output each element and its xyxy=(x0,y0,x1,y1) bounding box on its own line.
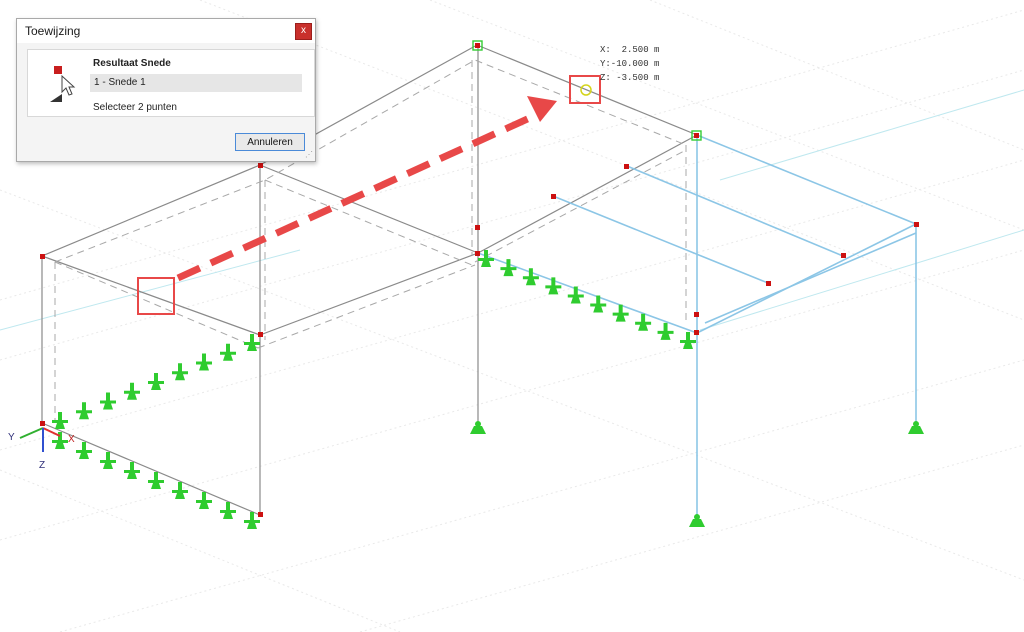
coordinate-z: Z: -3.500 m xyxy=(600,73,660,83)
line-support-marker xyxy=(124,462,140,479)
close-button[interactable]: x xyxy=(295,23,312,40)
line-support-marker xyxy=(172,482,188,499)
line-support-marker xyxy=(196,492,212,509)
dialog-title: Toewijzing xyxy=(25,24,81,38)
coordinate-readout: X: 2.500 m Y:-10.000 m Z: -3.500 m xyxy=(600,43,659,85)
line-support-marker xyxy=(148,472,164,489)
line-support-marker xyxy=(100,452,116,469)
line-support-marker xyxy=(76,402,92,420)
axis-z-label: Z xyxy=(39,460,45,471)
line-support-marker xyxy=(100,392,116,410)
line-support-marker xyxy=(172,363,188,381)
dialog-titlebar[interactable]: Toewijzing x xyxy=(17,19,315,43)
select-pointer-icon[interactable] xyxy=(50,62,80,102)
resize-grip-icon[interactable]: ⋰ xyxy=(305,150,313,159)
result-section-field[interactable]: 1 - Snede 1 xyxy=(90,74,302,92)
line-support-marker xyxy=(680,332,696,349)
axis-x-label: X xyxy=(68,434,75,445)
line-support-marker xyxy=(567,286,584,304)
line-support-marker xyxy=(657,322,674,340)
axis-triad: X Y Z xyxy=(8,427,75,471)
line-support-marker xyxy=(196,353,212,371)
line-support-marker xyxy=(148,373,164,390)
start-marker-box xyxy=(137,277,175,315)
assignment-dialog: Toewijzing x Resultaat Snede 1 - Snede 1… xyxy=(16,18,316,162)
field-label: Resultaat Snede xyxy=(93,58,171,69)
coordinate-y: Y:-10.000 m xyxy=(600,59,660,69)
line-support-marker xyxy=(220,502,236,519)
cancel-button[interactable]: Annuleren xyxy=(235,133,305,151)
coordinate-x: X: 2.500 m xyxy=(600,45,660,55)
selection-panel: Resultaat Snede 1 - Snede 1 Selecteer 2 … xyxy=(27,49,315,117)
axis-y-label: Y xyxy=(8,432,15,443)
line-support-marker xyxy=(635,313,652,331)
instruction-text: Selecteer 2 punten xyxy=(93,102,177,113)
line-support-marker xyxy=(478,250,494,267)
drag-arrow-head xyxy=(527,96,557,122)
highlighted-members xyxy=(477,134,917,518)
line-support-marker xyxy=(590,295,607,313)
line-support-marker xyxy=(76,442,92,459)
line-support-marker xyxy=(124,382,140,400)
line-support-marker xyxy=(52,412,68,429)
line-support-marker xyxy=(220,343,236,361)
line-support-marker xyxy=(244,334,260,351)
